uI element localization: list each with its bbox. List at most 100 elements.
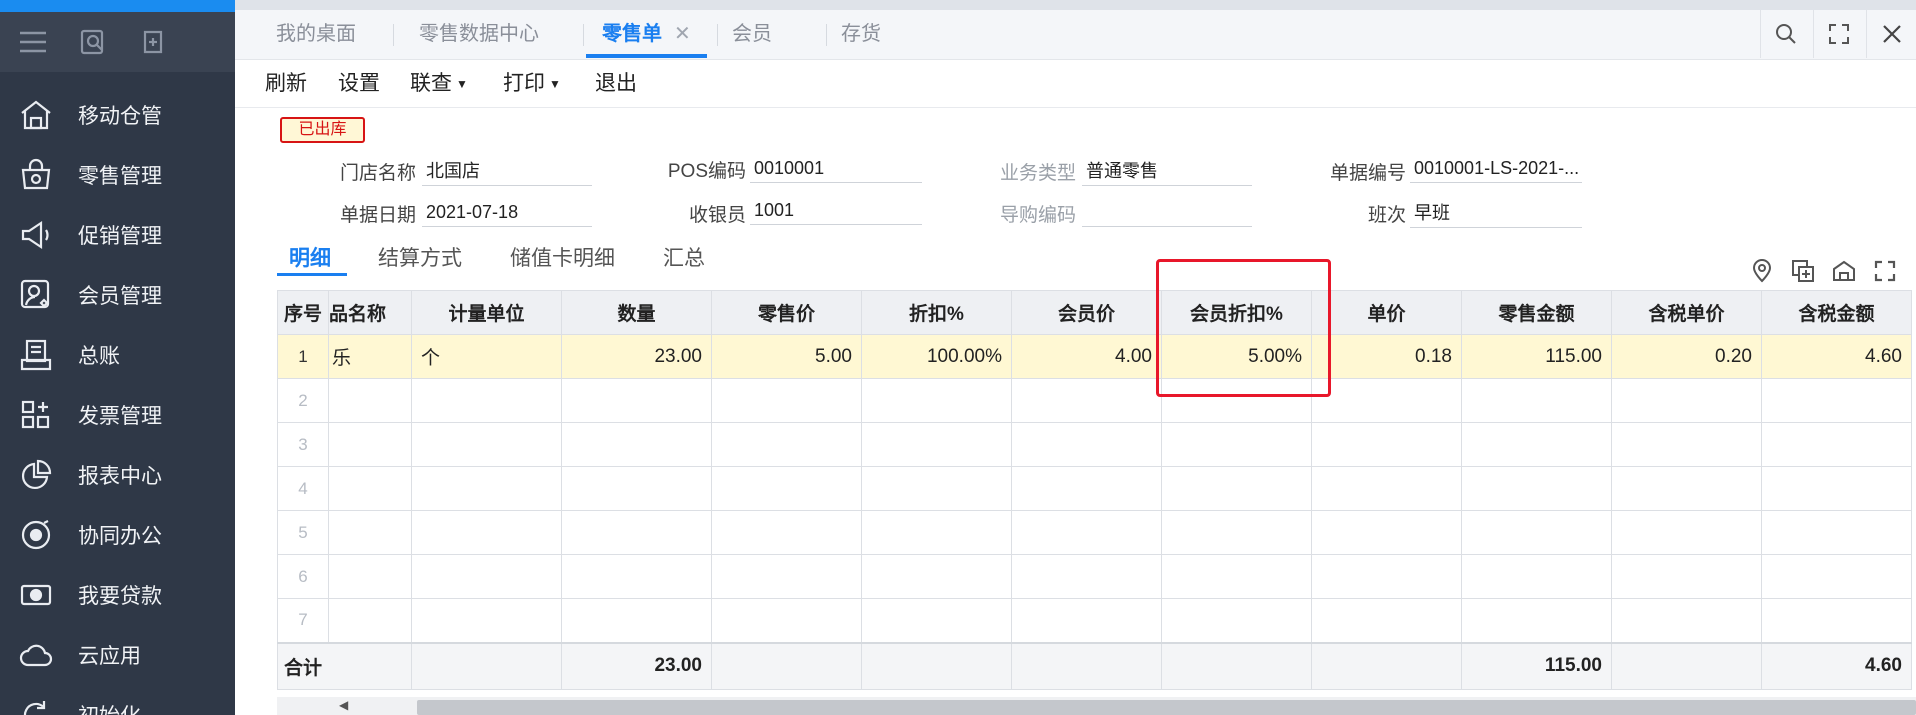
empty-cell[interactable]: [1011, 598, 1162, 643]
tab-member[interactable]: 会员: [715, 10, 789, 58]
empty-cell[interactable]: [1761, 598, 1912, 643]
close-icon[interactable]: ✕: [674, 23, 691, 45]
empty-cell[interactable]: [561, 466, 712, 511]
cell-price[interactable]: 5.00: [711, 334, 862, 379]
empty-cell[interactable]: [1611, 510, 1762, 555]
table-row[interactable]: 7: [277, 598, 1912, 643]
col-header-tax-amount[interactable]: 含税金额: [1761, 290, 1912, 335]
empty-cell[interactable]: [861, 510, 1012, 555]
search-icon[interactable]: [1760, 10, 1811, 58]
refresh-button[interactable]: 刷新: [265, 60, 307, 107]
scrollbar-thumb[interactable]: [417, 700, 1916, 715]
docno-field[interactable]: 0010001-LS-2021-...: [1410, 153, 1582, 183]
cell-member-discount[interactable]: 5.00%: [1161, 334, 1312, 379]
tab-desktop[interactable]: 我的桌面: [259, 10, 373, 58]
empty-cell[interactable]: [328, 554, 412, 599]
empty-cell[interactable]: [561, 554, 712, 599]
close-window-icon[interactable]: [1866, 10, 1916, 58]
col-header-tax-unit-price[interactable]: 含税单价: [1611, 290, 1762, 335]
empty-cell[interactable]: [328, 598, 412, 643]
empty-cell[interactable]: [328, 510, 412, 555]
empty-cell[interactable]: [1161, 510, 1312, 555]
sidebar-item-promotion[interactable]: 促销管理: [0, 205, 235, 265]
empty-cell[interactable]: [1611, 466, 1762, 511]
col-header-discount[interactable]: 折扣%: [861, 290, 1012, 335]
sidebar-item-ledger[interactable]: 总账: [0, 325, 235, 385]
sidebar-item-cloud[interactable]: 云应用: [0, 625, 235, 685]
cell-amount[interactable]: 115.00: [1461, 334, 1612, 379]
col-header-amount[interactable]: 零售金额: [1461, 290, 1612, 335]
empty-cell[interactable]: [1461, 378, 1612, 423]
empty-cell[interactable]: [1161, 554, 1312, 599]
exit-button[interactable]: 退出: [595, 60, 637, 107]
subtab-settlement[interactable]: 结算方式: [378, 242, 462, 272]
sidebar-item-reports[interactable]: 报表中心: [0, 445, 235, 505]
query-button[interactable]: 联查 ▼: [410, 60, 468, 107]
table-row[interactable]: 2: [277, 378, 1912, 423]
empty-cell[interactable]: [561, 510, 712, 555]
col-header-member-price[interactable]: 会员价: [1011, 290, 1162, 335]
empty-cell[interactable]: [1461, 422, 1612, 467]
empty-cell[interactable]: [1461, 554, 1612, 599]
table-row[interactable]: 1 乐 个 23.00 5.00 100.00% 4.00 5.00% 0.18…: [277, 334, 1912, 379]
empty-cell[interactable]: [1311, 510, 1462, 555]
sidebar-item-retail[interactable]: 零售管理: [0, 145, 235, 205]
empty-cell[interactable]: [1311, 378, 1462, 423]
table-row[interactable]: 6: [277, 554, 1912, 599]
empty-cell[interactable]: [1011, 510, 1162, 555]
search-doc-icon[interactable]: [63, 28, 123, 56]
expand-icon[interactable]: [1870, 256, 1900, 286]
empty-cell[interactable]: [561, 378, 712, 423]
empty-cell[interactable]: [1761, 422, 1912, 467]
horizontal-scrollbar[interactable]: ◀: [277, 697, 1916, 715]
empty-cell[interactable]: [1761, 510, 1912, 555]
settings-button[interactable]: 设置: [338, 60, 380, 107]
empty-cell[interactable]: [1011, 378, 1162, 423]
subtab-detail[interactable]: 明细: [289, 242, 331, 272]
empty-cell[interactable]: [1161, 422, 1312, 467]
empty-cell[interactable]: [1011, 422, 1162, 467]
empty-cell[interactable]: [328, 466, 412, 511]
tab-inventory[interactable]: 存货: [824, 10, 898, 58]
cell-unit-price[interactable]: 0.18: [1311, 334, 1462, 379]
subtab-stored-card[interactable]: 储值卡明细: [510, 242, 615, 272]
col-header-member-discount[interactable]: 会员折扣%: [1161, 290, 1312, 335]
empty-cell[interactable]: [411, 598, 562, 643]
empty-cell[interactable]: [711, 598, 862, 643]
col-header-price[interactable]: 零售价: [711, 290, 862, 335]
empty-cell[interactable]: [1011, 554, 1162, 599]
empty-cell[interactable]: [561, 598, 712, 643]
empty-cell[interactable]: [561, 422, 712, 467]
col-header-qty[interactable]: 数量: [561, 290, 712, 335]
date-field[interactable]: 2021-07-18: [422, 197, 592, 227]
sidebar-item-init[interactable]: 初始化: [0, 685, 235, 715]
col-header-unit-price[interactable]: 单价: [1311, 290, 1462, 335]
cell-unit[interactable]: 个: [411, 334, 562, 379]
cell-tax-unit-price[interactable]: 0.20: [1611, 334, 1762, 379]
empty-cell[interactable]: [861, 554, 1012, 599]
tab-retail-data-center[interactable]: 零售数据中心: [402, 10, 556, 58]
location-icon[interactable]: [1747, 256, 1777, 286]
empty-cell[interactable]: [1761, 554, 1912, 599]
empty-cell[interactable]: [861, 598, 1012, 643]
empty-cell[interactable]: [1611, 378, 1762, 423]
biztype-field[interactable]: 普通零售: [1082, 156, 1252, 186]
empty-cell[interactable]: [1311, 422, 1462, 467]
col-header-name[interactable]: 品名称: [328, 290, 412, 335]
empty-cell[interactable]: [1461, 598, 1612, 643]
fullscreen-icon[interactable]: [1813, 10, 1864, 58]
empty-cell[interactable]: [1761, 378, 1912, 423]
pos-field[interactable]: 0010001: [750, 153, 922, 183]
empty-cell[interactable]: [1311, 598, 1462, 643]
empty-cell[interactable]: [711, 422, 862, 467]
scroll-left-icon[interactable]: ◀: [339, 698, 348, 712]
empty-cell[interactable]: [1161, 466, 1312, 511]
cashier-field[interactable]: 1001: [750, 195, 922, 225]
empty-cell[interactable]: [411, 510, 562, 555]
empty-cell[interactable]: [711, 378, 862, 423]
empty-cell[interactable]: [1161, 598, 1312, 643]
add-doc-icon[interactable]: [123, 28, 183, 56]
add-row-icon[interactable]: [1788, 256, 1818, 286]
empty-cell[interactable]: [328, 378, 412, 423]
sidebar-item-collab[interactable]: 协同办公: [0, 505, 235, 565]
